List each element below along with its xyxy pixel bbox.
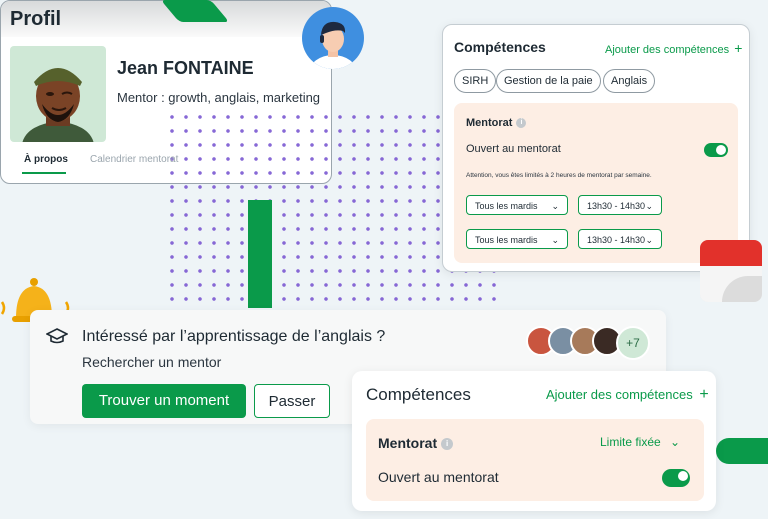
skills-card: Compétences Ajouter des compétences + SI… bbox=[442, 24, 750, 272]
open-mentoring-label: Ouvert au mentorat bbox=[466, 143, 561, 155]
profile-name: Jean FONTAINE bbox=[117, 58, 254, 78]
limit-dropdown-label: Limite fixée bbox=[600, 435, 661, 449]
chevron-down-icon: ⌄ bbox=[551, 235, 559, 245]
skills-card-secondary: Compétences Ajouter des compétences + Me… bbox=[352, 371, 716, 511]
time-select-1[interactable]: 13h30 - 14h30 ⌄ bbox=[578, 195, 662, 215]
chevron-down-icon: ⌄ bbox=[645, 201, 653, 211]
mentoring-title-secondary-text: Mentorat bbox=[378, 435, 438, 451]
chevron-down-icon: ⌄ bbox=[645, 235, 653, 245]
tab-about[interactable]: À propos bbox=[24, 154, 68, 165]
find-slot-button[interactable]: Trouver un moment bbox=[82, 384, 246, 418]
profile-avatar bbox=[10, 46, 106, 142]
graduation-cap-icon bbox=[45, 328, 69, 344]
open-mentoring-toggle-secondary[interactable] bbox=[662, 469, 690, 487]
chevron-down-icon: ⌄ bbox=[551, 201, 559, 211]
open-mentoring-label-secondary: Ouvert au mentorat bbox=[378, 469, 499, 485]
mentoring-title: Mentorat i bbox=[466, 117, 527, 129]
plus-icon: + bbox=[734, 40, 743, 56]
info-icon: i bbox=[516, 118, 527, 129]
day-select-2-value: Tous les mardis bbox=[475, 235, 538, 245]
add-skills-link-secondary[interactable]: Ajouter des compétences + bbox=[546, 386, 709, 404]
mentoring-panel-secondary: Mentorat i Limite fixée ⌄ Ouvert au mento… bbox=[366, 419, 704, 501]
skills-title-secondary: Compétences bbox=[366, 385, 471, 404]
decor-vertical-bar bbox=[248, 200, 272, 308]
calendar-icon bbox=[700, 240, 762, 302]
day-select-1-value: Tous les mardis bbox=[475, 201, 538, 211]
user-avatar-bubble bbox=[302, 7, 364, 69]
skill-chip-payroll[interactable]: Gestion de la paie bbox=[496, 69, 601, 93]
skill-chip-english[interactable]: Anglais bbox=[603, 69, 656, 93]
profile-role: Mentor : growth, anglais, marketing bbox=[117, 90, 321, 105]
more-mentors-badge[interactable]: +7 bbox=[616, 326, 650, 360]
time-select-1-value: 13h30 - 14h30 bbox=[587, 201, 646, 211]
plus-icon: + bbox=[699, 386, 709, 403]
mentoring-title-text: Mentorat bbox=[466, 117, 513, 129]
limit-warning: Attention, vous êtes limités à 2 heures … bbox=[466, 172, 652, 179]
profile-title: Profil bbox=[10, 8, 62, 30]
day-select-1[interactable]: Tous les mardis ⌄ bbox=[466, 195, 568, 215]
learning-subtitle: Rechercher un mentor bbox=[82, 354, 222, 370]
limit-dropdown[interactable]: Limite fixée ⌄ bbox=[600, 435, 680, 449]
add-skills-label: Ajouter des compétences bbox=[605, 44, 730, 56]
tab-mentoring-calendar[interactable]: Calendrier mentorat bbox=[90, 154, 178, 165]
day-select-2[interactable]: Tous les mardis ⌄ bbox=[466, 229, 568, 249]
skill-chip-sirh[interactable]: SIRH bbox=[454, 69, 497, 93]
skills-title: Compétences bbox=[454, 39, 546, 55]
time-select-2[interactable]: 13h30 - 14h30 ⌄ bbox=[578, 229, 662, 249]
decor-right-bar bbox=[716, 438, 768, 464]
learning-question: Intéressé par l’apprentissage de l’angla… bbox=[82, 328, 386, 345]
add-skills-label-secondary: Ajouter des compétences bbox=[546, 387, 693, 402]
info-icon: i bbox=[441, 438, 454, 451]
skip-button[interactable]: Passer bbox=[254, 384, 330, 418]
mentoring-panel: Mentorat i Ouvert au mentorat Attention, … bbox=[454, 103, 738, 263]
time-select-2-value: 13h30 - 14h30 bbox=[587, 235, 646, 245]
active-tab-indicator bbox=[22, 172, 66, 174]
add-skills-link[interactable]: Ajouter des compétences + bbox=[605, 40, 742, 56]
open-mentoring-toggle[interactable] bbox=[704, 143, 728, 157]
chevron-down-icon: ⌄ bbox=[670, 435, 681, 449]
mentoring-title-secondary: Mentorat i bbox=[378, 435, 454, 451]
